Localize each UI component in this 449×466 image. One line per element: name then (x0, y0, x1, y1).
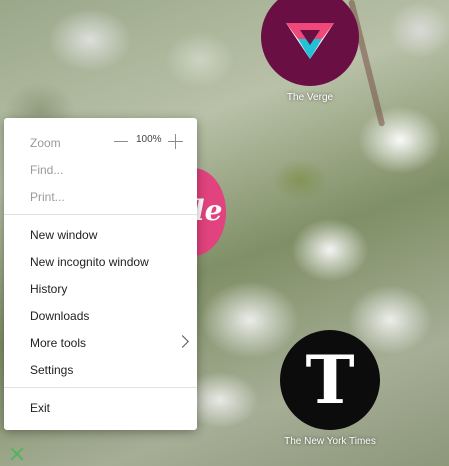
menu-item-history[interactable]: History (30, 279, 67, 299)
menu-item-find[interactable]: Find... (30, 160, 63, 180)
tile-new-york-times[interactable]: T The New York Times (270, 330, 390, 447)
partial-tile-glyph: le (194, 194, 223, 227)
menu-item-exit[interactable]: Exit (30, 398, 50, 418)
menu-divider (4, 387, 197, 388)
menu-item-zoom: Zoom (30, 136, 61, 150)
menu-item-settings[interactable]: Settings (30, 360, 73, 380)
tile-label-new-york-times: The New York Times (284, 436, 376, 447)
menu-divider (4, 214, 197, 215)
menu-item-print[interactable]: Print... (30, 187, 65, 207)
zoom-in-icon-vertical[interactable] (175, 134, 176, 149)
nyt-logo-glyph: T (305, 341, 355, 419)
tile-the-verge[interactable]: The Verge (255, 0, 365, 103)
zoom-level: 100% (136, 134, 162, 145)
menu-item-more-tools[interactable]: More tools (30, 333, 86, 353)
menu-item-new-incognito-window[interactable]: New incognito window (30, 252, 149, 272)
chevron-right-icon (176, 335, 189, 348)
menu-item-downloads[interactable]: Downloads (30, 306, 89, 326)
zoom-controls: 100% (114, 132, 186, 152)
tile-label-the-verge: The Verge (286, 92, 334, 103)
menu-item-new-window[interactable]: New window (30, 225, 97, 245)
nyt-logo-icon: T (280, 330, 380, 430)
close-icon[interactable] (9, 446, 25, 462)
verge-logo-icon (261, 0, 359, 86)
zoom-out-icon[interactable] (114, 141, 128, 142)
browser-menu: Zoom 100% Find... Print... New window Ne… (4, 118, 197, 430)
